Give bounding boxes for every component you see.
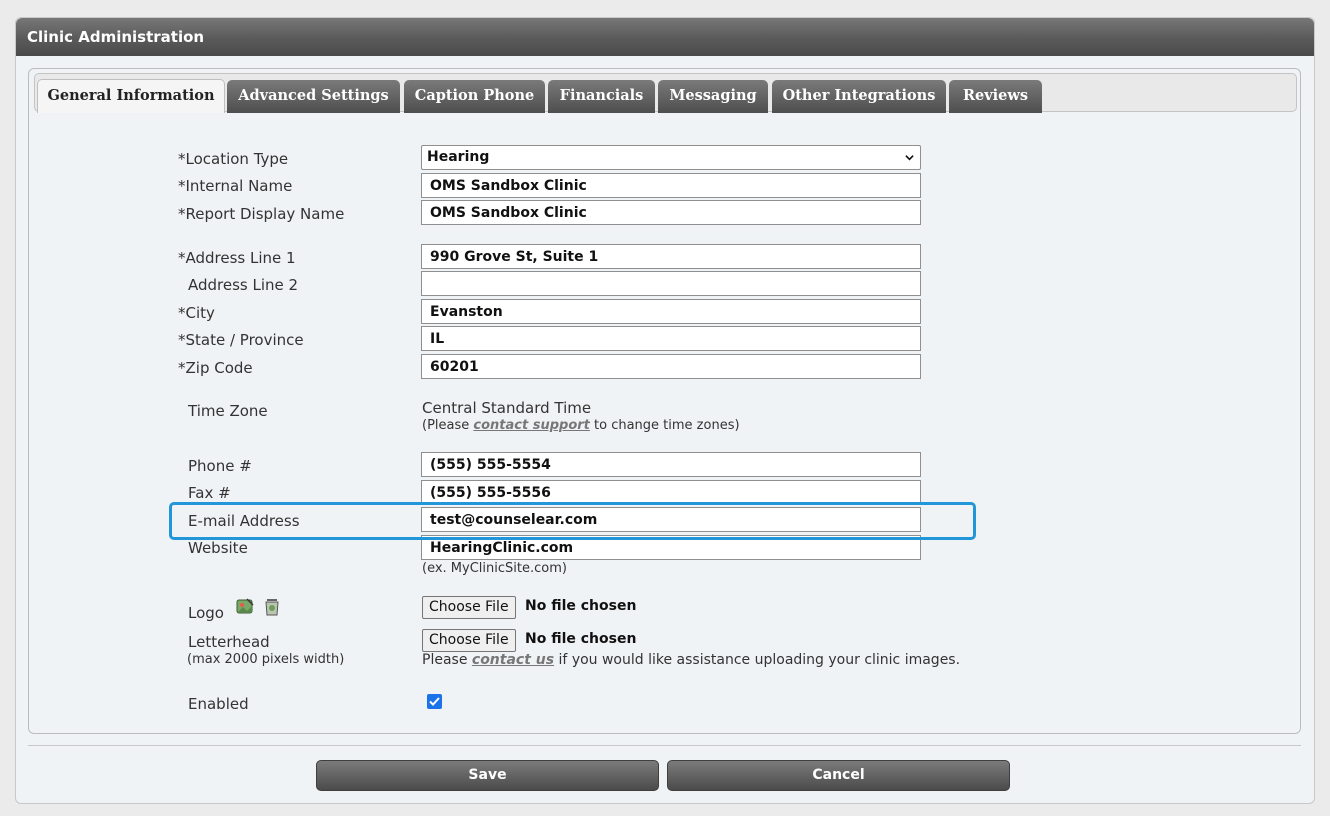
tab-bar: General Information Advanced Settings Ca… [34, 73, 1297, 113]
address2-label: Address Line 2 [188, 276, 299, 294]
images-note-prefix: Please [422, 652, 472, 668]
time-zone-value: Central Standard Time [422, 399, 592, 417]
time-zone-note-suffix: to change time zones) [589, 418, 740, 433]
enabled-checkbox[interactable] [427, 694, 442, 709]
tab-reviews[interactable]: Reviews [949, 80, 1042, 113]
cancel-button[interactable]: Cancel [667, 760, 1010, 791]
contact-us-link[interactable]: contact us [472, 652, 554, 668]
contact-support-link[interactable]: contact support [473, 418, 590, 433]
trash-icon[interactable] [262, 597, 282, 617]
save-button[interactable]: Save [316, 760, 659, 791]
images-assistance-note: Please contact us if you would like assi… [422, 652, 960, 668]
location-type-label: *Location Type [178, 150, 289, 168]
time-zone-note: (Please contact support to change time z… [422, 418, 740, 433]
footer-divider [28, 745, 1301, 746]
city-label: *City [178, 304, 215, 322]
location-type-select[interactable]: Hearing [421, 145, 921, 170]
tab-messaging[interactable]: Messaging [658, 80, 768, 113]
enabled-label: Enabled [188, 695, 249, 713]
logo-choose-file-button[interactable]: Choose File [422, 596, 516, 619]
tab-caption-phone[interactable]: Caption Phone [404, 80, 545, 113]
report-display-name-field[interactable] [421, 200, 921, 225]
tab-other-integrations[interactable]: Other Integrations [772, 80, 946, 113]
tab-advanced-settings[interactable]: Advanced Settings [227, 80, 400, 113]
logo-file-status: No file chosen [525, 598, 637, 614]
tab-general-information[interactable]: General Information [37, 79, 225, 113]
report-display-name-label: *Report Display Name [178, 205, 345, 223]
letterhead-file-status: No file chosen [525, 631, 637, 647]
address1-label: *Address Line 1 [178, 249, 296, 267]
time-zone-label: Time Zone [188, 402, 268, 420]
fax-label: Fax # [188, 484, 231, 502]
address2-field[interactable] [421, 271, 921, 296]
zip-label: *Zip Code [178, 359, 253, 377]
address1-field[interactable] [421, 244, 921, 269]
state-label: *State / Province [178, 331, 304, 349]
letterhead-hint: (max 2000 pixels width) [187, 652, 345, 667]
chevron-down-icon [905, 155, 914, 161]
website-hint: (ex. MyClinicSite.com) [422, 561, 567, 576]
logo-label: Logo [188, 604, 224, 622]
city-field[interactable] [421, 299, 921, 324]
tab-financials[interactable]: Financials [548, 80, 655, 113]
images-note-suffix: if you would like assistance uploading y… [554, 652, 961, 668]
internal-name-field[interactable] [421, 173, 921, 198]
email-highlight-box [169, 502, 976, 540]
letterhead-choose-file-button[interactable]: Choose File [422, 629, 516, 652]
phone-field[interactable] [421, 452, 921, 477]
website-label: Website [188, 539, 248, 557]
checkmark-icon [429, 697, 440, 706]
state-field[interactable] [421, 326, 921, 351]
location-type-value: Hearing [427, 149, 490, 165]
zip-field[interactable] [421, 354, 921, 379]
internal-name-label: *Internal Name [178, 177, 293, 195]
time-zone-note-prefix: (Please [422, 418, 474, 433]
letterhead-label: Letterhead [188, 633, 270, 651]
image-edit-icon[interactable] [235, 597, 255, 617]
phone-label: Phone # [188, 457, 252, 475]
